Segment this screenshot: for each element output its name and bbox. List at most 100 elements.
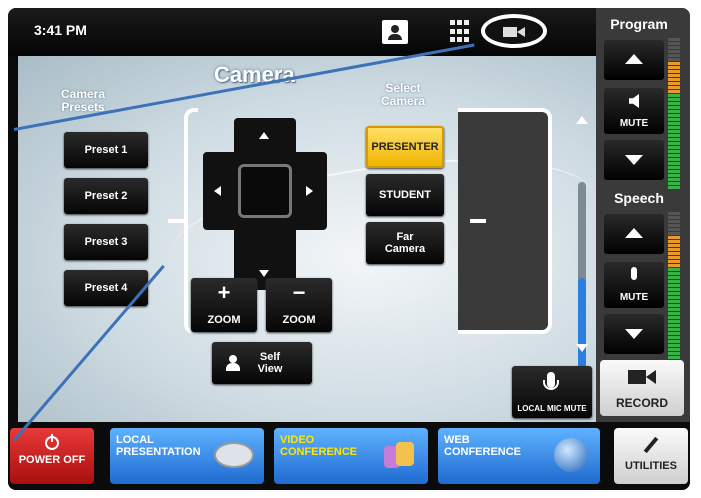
pan-right-button[interactable] [306, 186, 313, 196]
meter-segment [668, 126, 680, 129]
program-label: Program [610, 16, 668, 32]
people-icon [384, 442, 414, 470]
meter-segment [668, 268, 680, 271]
meter-segment [668, 336, 680, 339]
pan-left-button[interactable] [214, 186, 221, 196]
speech-volume-up-button[interactable] [604, 214, 664, 254]
meter-segment [668, 118, 680, 121]
meter-segment [668, 142, 680, 145]
speech-level-meter [668, 212, 680, 363]
meter-segment [668, 182, 680, 185]
program-volume-down-button[interactable] [604, 140, 664, 180]
meter-segment [668, 90, 680, 93]
power-off-button[interactable]: POWER OFF [10, 428, 94, 484]
preset-1-button[interactable]: Preset 1 [64, 132, 148, 168]
record-camera-icon [628, 370, 646, 384]
meter-segment [668, 340, 680, 343]
meter-segment [668, 186, 680, 189]
preset-2-button[interactable]: Preset 2 [64, 178, 148, 214]
meter-segment [668, 70, 680, 73]
speech-volume-down-button[interactable] [604, 314, 664, 354]
dpad-home-button[interactable] [238, 164, 292, 218]
self-view-label: Self View [257, 351, 283, 375]
meter-segment [668, 162, 680, 165]
utilities-button[interactable]: UTILITIES [614, 428, 688, 484]
meter-segment [668, 236, 680, 239]
utilities-label: UTILITIES [625, 460, 677, 472]
meter-segment [668, 78, 680, 81]
contact-icon[interactable] [382, 20, 408, 44]
globe-icon [554, 438, 588, 472]
meter-segment [668, 154, 680, 157]
meter-segment [668, 216, 680, 219]
meter-segment [668, 284, 680, 287]
keypad-icon[interactable] [450, 20, 469, 44]
meter-segment [668, 58, 680, 61]
video-conference-button[interactable]: VIDEO CONFERENCE [274, 428, 428, 484]
meter-segment [668, 106, 680, 109]
meter-segment [668, 174, 680, 177]
power-off-label: POWER OFF [18, 454, 86, 466]
meter-segment [668, 42, 680, 45]
audio-panel: Program MUTE Speech MUTE RECORD [596, 8, 690, 422]
meter-segment [668, 166, 680, 169]
program-level-meter [668, 38, 680, 189]
meter-segment [668, 134, 680, 137]
microphone-stand [543, 380, 559, 390]
meter-segment [668, 138, 680, 141]
meter-segment [668, 102, 680, 105]
presenter-camera-button[interactable]: PRESENTER [366, 126, 444, 168]
meter-segment [668, 344, 680, 347]
video-conference-label: VIDEO CONFERENCE [280, 434, 358, 458]
student-camera-button[interactable]: STUDENT [366, 174, 444, 216]
program-mute-button[interactable]: MUTE [604, 88, 664, 134]
meter-segment [668, 256, 680, 259]
meter-segment [668, 320, 680, 323]
tilt-up-button[interactable] [259, 132, 269, 139]
zoom-out-button[interactable]: − ZOOM [266, 278, 332, 332]
meter-segment [668, 122, 680, 125]
projector-icon [214, 442, 254, 468]
meter-segment [668, 332, 680, 335]
wrench-icon [642, 436, 660, 454]
far-camera-button[interactable]: Far Camera [366, 222, 444, 264]
tilt-down-button[interactable] [259, 270, 269, 277]
camera-bracket-tick [470, 219, 486, 223]
touch-panel-frame: 3:41 PM Camera Camera Presets Select Cam… [8, 8, 690, 490]
zoom-in-label: ZOOM [207, 314, 241, 326]
preset-3-button[interactable]: Preset 3 [64, 224, 148, 260]
meter-segment [668, 348, 680, 351]
scroll-up-arrow[interactable] [576, 116, 588, 124]
meter-segment [668, 288, 680, 291]
speech-mute-button[interactable]: MUTE [604, 262, 664, 308]
meter-segment [668, 212, 680, 215]
meter-segment [668, 228, 680, 231]
meter-segment [668, 62, 680, 65]
self-view-button[interactable]: Self View [212, 342, 312, 384]
local-presentation-button[interactable]: LOCAL PRESENTATION [110, 428, 264, 484]
speech-mute-label: MUTE [619, 292, 649, 303]
scroll-down-arrow[interactable] [576, 344, 588, 352]
web-conference-button[interactable]: WEB CONFERENCE [438, 428, 600, 484]
meter-segment [668, 46, 680, 49]
top-bar: 3:41 PM [8, 8, 596, 56]
record-button[interactable]: RECORD [600, 360, 684, 416]
meter-segment [668, 248, 680, 251]
meter-segment [668, 244, 680, 247]
meter-segment [668, 110, 680, 113]
zoom-in-button[interactable]: + ZOOM [191, 278, 257, 332]
meter-segment [668, 264, 680, 267]
meter-segment [668, 356, 680, 359]
program-volume-up-button[interactable] [604, 40, 664, 80]
local-mic-mute-label: LOCAL MIC MUTE [517, 404, 587, 413]
meter-segment [668, 54, 680, 57]
meter-segment [668, 178, 680, 181]
program-mute-label: MUTE [619, 118, 649, 129]
speaker-mute-icon [629, 94, 639, 108]
camera-icon[interactable] [481, 14, 547, 48]
zoom-out-sign: − [292, 280, 306, 305]
local-mic-mute-button[interactable]: LOCAL MIC MUTE [512, 366, 592, 418]
meter-segment [668, 308, 680, 311]
speech-label: Speech [614, 190, 664, 206]
bottom-source-bar: POWER OFF LOCAL PRESENTATION VIDEO CONFE… [8, 422, 690, 490]
